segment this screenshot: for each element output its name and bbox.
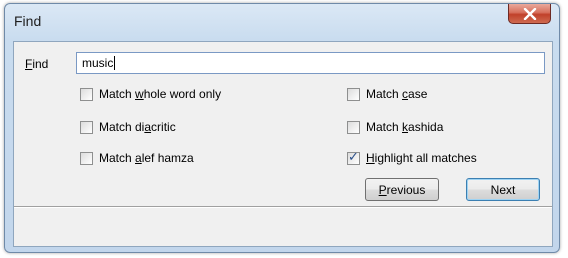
next-button-label: Next <box>490 182 516 197</box>
checkmark-icon: ✓ <box>348 149 359 165</box>
find-input-value: music <box>82 56 114 70</box>
previous-button-label: Previous <box>378 182 426 197</box>
checkbox-box[interactable] <box>80 87 93 101</box>
checkbox-box[interactable] <box>80 151 93 165</box>
match-diacritic-label: Match diacritic <box>99 120 176 134</box>
match-case-label: Match case <box>366 87 428 101</box>
checkbox-box[interactable] <box>347 120 360 134</box>
match-case-checkbox[interactable]: Match case <box>347 87 427 101</box>
close-button[interactable] <box>508 4 551 24</box>
close-x-icon <box>523 7 536 20</box>
highlight-all-matches-label: Highlight all matches <box>366 151 477 165</box>
match-whole-word-label: Match whole word only <box>99 87 222 101</box>
status-divider <box>14 206 552 208</box>
next-button[interactable]: Next <box>466 178 540 201</box>
dialog-title: Find <box>14 13 42 29</box>
match-alef-hamza-label: Match alef hamza <box>99 151 194 165</box>
checkbox-box-checked[interactable]: ✓ <box>347 149 360 165</box>
match-diacritic-checkbox[interactable]: Match diacritic <box>80 120 176 134</box>
find-dialog: Find Find music Match whole word only Ma… <box>4 3 560 253</box>
match-alef-hamza-checkbox[interactable]: Match alef hamza <box>80 151 194 165</box>
find-label: Find <box>25 57 49 71</box>
highlight-all-matches-checkbox[interactable]: ✓ Highlight all matches <box>347 149 477 165</box>
checkbox-box[interactable] <box>80 120 93 134</box>
match-whole-word-checkbox[interactable]: Match whole word only <box>80 87 221 101</box>
previous-button[interactable]: Previous <box>365 178 439 201</box>
match-kashida-label: Match kashida <box>366 120 444 134</box>
find-input[interactable]: music <box>76 52 545 74</box>
dialog-body: Find music Match whole word only Match c… <box>13 41 553 247</box>
text-caret <box>114 56 116 70</box>
checkbox-box[interactable] <box>347 87 360 101</box>
match-kashida-checkbox[interactable]: Match kashida <box>347 120 443 134</box>
